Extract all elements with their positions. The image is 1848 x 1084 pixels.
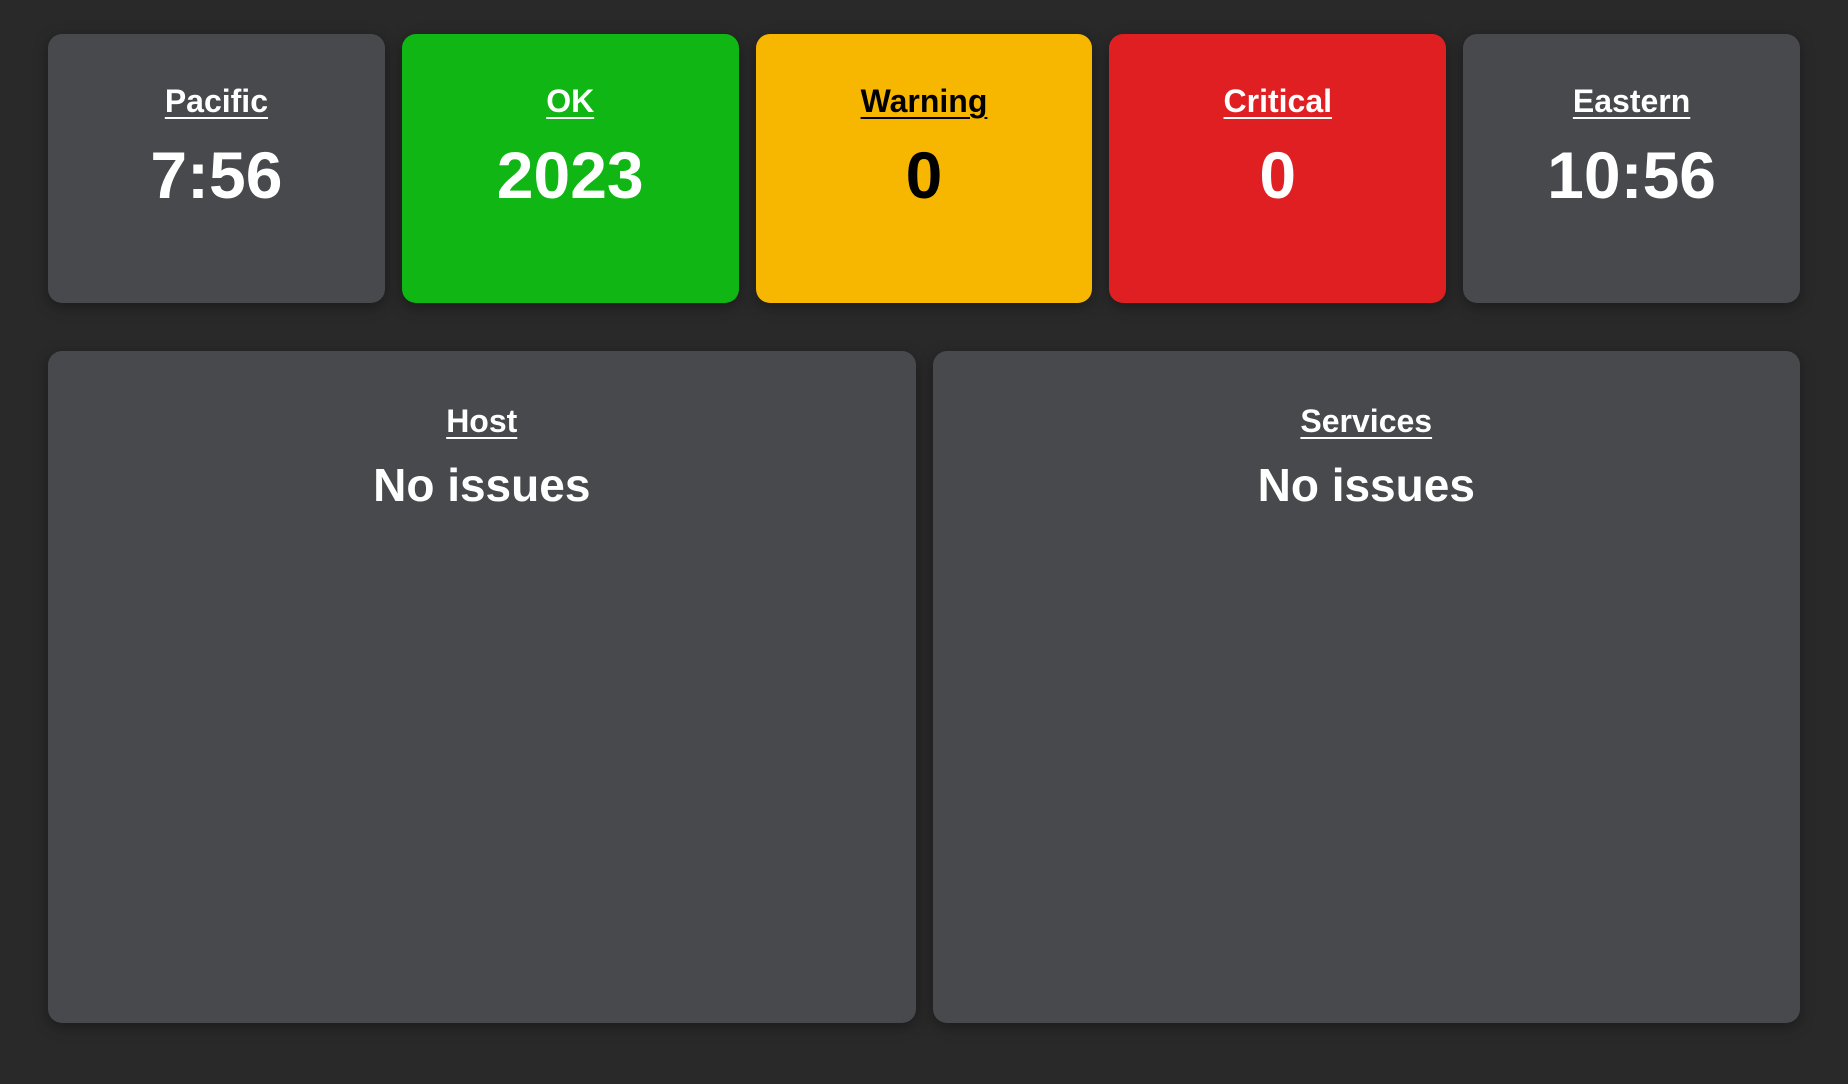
host-status: No issues bbox=[373, 459, 591, 512]
issue-panels: Host No issues Services No issues bbox=[48, 351, 1800, 1023]
pacific-time-link[interactable]: Pacific bbox=[165, 82, 268, 120]
ok-link[interactable]: OK bbox=[546, 82, 594, 120]
ok-count-tile: OK 2023 bbox=[401, 34, 739, 303]
eastern-time-value: 10:56 bbox=[1547, 138, 1716, 213]
ok-count-value: 2023 bbox=[496, 138, 644, 213]
host-link[interactable]: Host bbox=[446, 402, 517, 440]
eastern-time-tile: Eastern 10:56 bbox=[1463, 34, 1800, 303]
critical-count-tile: Critical 0 bbox=[1109, 34, 1447, 303]
pacific-time-value: 7:56 bbox=[150, 138, 283, 213]
status-dashboard: Pacific 7:56 OK 2023 Warning 0 Critical … bbox=[0, 0, 1848, 1084]
summary-tiles: Pacific 7:56 OK 2023 Warning 0 Critical … bbox=[48, 34, 1800, 303]
warning-count-value: 0 bbox=[905, 138, 943, 213]
warning-count-tile: Warning 0 bbox=[755, 34, 1093, 303]
pacific-time-tile: Pacific 7:56 bbox=[48, 34, 385, 303]
services-panel: Services No issues bbox=[932, 351, 1800, 1023]
critical-link[interactable]: Critical bbox=[1224, 82, 1332, 120]
services-status: No issues bbox=[1257, 459, 1475, 512]
host-panel: Host No issues bbox=[48, 351, 916, 1023]
eastern-time-link[interactable]: Eastern bbox=[1573, 82, 1690, 120]
services-link[interactable]: Services bbox=[1300, 402, 1432, 440]
critical-count-value: 0 bbox=[1259, 138, 1297, 213]
warning-link[interactable]: Warning bbox=[861, 82, 988, 120]
